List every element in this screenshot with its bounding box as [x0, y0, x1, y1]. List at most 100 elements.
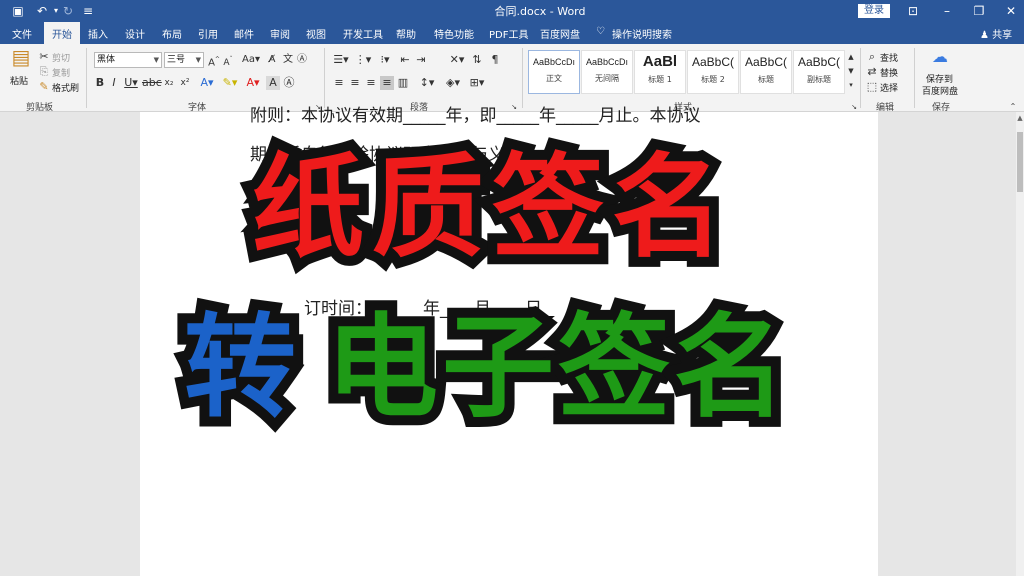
underline-icon[interactable]: U▾	[122, 76, 140, 90]
find-button[interactable]: 查找	[880, 51, 898, 64]
redo-icon[interactable]: ↻	[60, 3, 76, 19]
superscript-icon[interactable]: x²	[178, 76, 192, 90]
paste-button[interactable]: 粘贴	[10, 74, 28, 87]
person-icon: ♟	[980, 30, 989, 41]
subscript-icon[interactable]: x₂	[162, 76, 176, 90]
divider	[324, 48, 325, 108]
select-button[interactable]: 选择	[880, 81, 898, 94]
style-no-spacing[interactable]: AaBbCcDı 无间隔	[581, 50, 633, 94]
ribbon-display-options-icon[interactable]: ⊡	[898, 2, 928, 20]
enclosed-character-icon[interactable]: Ⓐ	[296, 53, 308, 67]
document-line[interactable]: 附则：本协议有效期_____年，即_____年_____月止。本协议	[250, 101, 701, 126]
tab-special-features[interactable]: 特色功能	[434, 26, 474, 41]
chinese-layout-icon[interactable]: ✕▾	[448, 53, 466, 67]
save-icon[interactable]: ▣	[10, 3, 26, 19]
paste-icon[interactable]: ▤	[10, 47, 32, 67]
decrease-indent-icon[interactable]: ⇤	[398, 53, 412, 67]
line-spacing-icon[interactable]: ↕▾	[418, 76, 436, 90]
tab-mailings[interactable]: 邮件	[234, 26, 254, 41]
bold-icon[interactable]: B	[94, 76, 106, 90]
tab-file[interactable]: 文件	[12, 26, 32, 41]
highlight-color-icon[interactable]: ✎▾	[220, 76, 240, 90]
baidu-netdisk-icon[interactable]: ☁	[930, 49, 950, 65]
styles-scroll-down-icon[interactable]: ▼	[846, 64, 856, 78]
tab-layout[interactable]: 布局	[162, 26, 182, 41]
format-painter-icon[interactable]: ✎	[38, 80, 50, 94]
copy-icon[interactable]: ⎘	[38, 65, 50, 79]
tell-me-search[interactable]: 操作说明搜索	[612, 26, 672, 41]
tab-pdf-tools[interactable]: PDF工具	[489, 26, 528, 41]
borders-icon[interactable]: ⊞▾	[468, 76, 486, 90]
sort-icon[interactable]: ⇅	[470, 53, 484, 67]
scrollbar-thumb[interactable]	[1017, 132, 1023, 192]
distributed-icon[interactable]: ▥	[396, 76, 410, 90]
font-size-select[interactable]: 三号 ▼	[164, 52, 204, 68]
text-effects-icon[interactable]: A▾	[198, 76, 216, 90]
save-to-netdisk-line2[interactable]: 百度网盘	[922, 84, 958, 97]
tab-developer[interactable]: 开发工具	[343, 26, 383, 41]
replace-icon[interactable]: ⇄	[866, 65, 878, 79]
style-title[interactable]: AaBbC( 标题	[740, 50, 792, 94]
scroll-up-icon[interactable]: ▲	[1016, 114, 1024, 122]
chevron-down-icon: ▼	[195, 56, 201, 64]
style-name: 标题	[758, 75, 774, 84]
phonetic-guide-icon[interactable]: 文	[282, 53, 294, 67]
replace-button[interactable]: 替换	[880, 66, 898, 79]
styles-more-icon[interactable]: ▾	[846, 78, 856, 92]
tab-help[interactable]: 帮助	[396, 26, 416, 41]
tab-references[interactable]: 引用	[198, 26, 218, 41]
copy-button[interactable]: 复制	[52, 66, 70, 79]
font-size-value: 三号	[167, 55, 186, 65]
justify-icon[interactable]: ≡	[380, 76, 394, 90]
change-case-icon[interactable]: Aa▾	[242, 53, 260, 67]
lightbulb-icon[interactable]: ♡	[596, 26, 605, 37]
align-left-icon[interactable]: ≡	[332, 76, 346, 90]
character-shading-icon[interactable]: A	[266, 76, 280, 90]
align-right-icon[interactable]: ≡	[364, 76, 378, 90]
overlay-line-1-outline: 纸质签名	[242, 138, 734, 278]
clear-formatting-icon[interactable]: A̸	[266, 53, 278, 67]
style-subtitle[interactable]: AaBbC( 副标题	[793, 50, 845, 94]
minimize-icon[interactable]: –	[932, 2, 962, 20]
tab-design[interactable]: 设计	[125, 26, 145, 41]
cut-icon[interactable]: ✂	[38, 50, 50, 64]
cut-button[interactable]: 剪切	[52, 51, 70, 64]
select-icon[interactable]: ⬚	[866, 80, 878, 94]
grow-font-icon[interactable]: A^	[208, 53, 220, 70]
tab-view[interactable]: 视图	[306, 26, 326, 41]
character-border-icon[interactable]: Ⓐ	[282, 76, 296, 90]
tab-review[interactable]: 审阅	[270, 26, 290, 41]
divider	[86, 48, 87, 108]
styles-scroll-up-icon[interactable]: ▲	[846, 50, 856, 64]
tab-baidu-netdisk[interactable]: 百度网盘	[540, 26, 580, 41]
close-icon[interactable]: ✕	[996, 2, 1024, 20]
share-label: 共享	[992, 30, 1013, 41]
style-heading-1[interactable]: AaBl 标题 1	[634, 50, 686, 94]
format-painter-button[interactable]: 格式刷	[52, 81, 79, 94]
numbering-icon[interactable]: ⋮▾	[354, 53, 372, 67]
title-bar: ▣ ↶ ▾ ↻ ≡ 合同.docx - Word 登录 ⊡ – ❐ ✕	[0, 0, 1024, 22]
login-button[interactable]: 登录	[858, 4, 890, 18]
shading-icon[interactable]: ◈▾	[444, 76, 462, 90]
tab-insert[interactable]: 插入	[88, 26, 108, 41]
italic-icon[interactable]: I	[108, 76, 120, 90]
multilevel-list-icon[interactable]: ⁝▾	[376, 53, 394, 67]
find-icon[interactable]: ⌕	[866, 50, 878, 64]
strikethrough-icon[interactable]: abc	[142, 76, 162, 90]
style-heading-2[interactable]: AaBbC( 标题 2	[687, 50, 739, 94]
shrink-font-icon[interactable]: Aˇ	[222, 53, 234, 70]
font-family-select[interactable]: 黑体 ▼	[94, 52, 162, 68]
style-sample: AaBl	[642, 53, 678, 70]
show-marks-icon[interactable]: ¶	[488, 53, 502, 67]
overlay-line-2-outline: 电子签名	[316, 298, 796, 438]
maximize-icon[interactable]: ❐	[964, 2, 994, 20]
style-normal[interactable]: AaBbCcDı 正文	[528, 50, 580, 94]
bullets-icon[interactable]: ☰▾	[332, 53, 350, 67]
increase-indent-icon[interactable]: ⇥	[414, 53, 428, 67]
share-button[interactable]: ♟ 共享	[980, 26, 1012, 41]
align-center-icon[interactable]: ≡	[348, 76, 362, 90]
tab-home[interactable]: 开始	[44, 22, 80, 44]
customize-toolbar-icon[interactable]: ≡	[80, 3, 96, 19]
style-sample: AaBbC(	[691, 55, 735, 69]
font-color-icon[interactable]: A▾	[244, 76, 262, 90]
